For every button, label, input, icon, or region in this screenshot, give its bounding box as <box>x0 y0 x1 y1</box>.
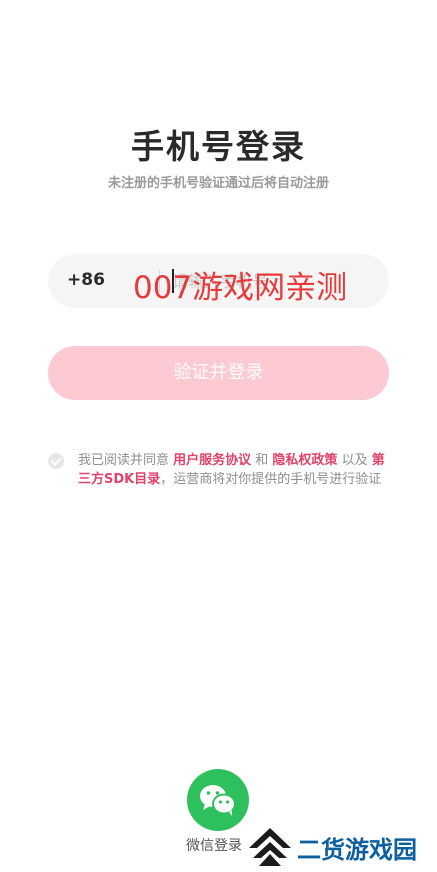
brand-logo-icon <box>249 828 291 866</box>
verify-login-button[interactable]: 验证并登录 <box>48 346 389 400</box>
login-page: 手机号登录 未注册的手机号验证通过后将自动注册 +86 007游戏网亲测 验证并… <box>0 0 437 872</box>
agreement-and: 和 <box>251 453 273 468</box>
privacy-policy-link[interactable]: 隐私权政策 <box>272 453 337 468</box>
wechat-login-button[interactable] <box>187 769 249 831</box>
wechat-icon <box>200 785 236 816</box>
overlay-watermark-text: 007游戏网亲测 <box>133 270 348 306</box>
user-agreement-link[interactable]: 用户服务协议 <box>173 453 251 468</box>
agreement-mid: 以及 <box>337 453 372 468</box>
agreement-text: 我已阅读并同意 用户服务协议 和 隐私权政策 以及 第三方SDK目录，运营商将对… <box>78 451 388 489</box>
page-subtitle: 未注册的手机号验证通过后将自动注册 <box>107 176 329 191</box>
wechat-login-label: 微信登录 <box>186 838 242 854</box>
agreement-checkbox[interactable] <box>48 453 64 469</box>
page-title: 手机号登录 <box>131 127 306 166</box>
agreement-suffix: ，运营商将对你提供的手机号进行验证 <box>160 472 382 487</box>
country-code-selector[interactable]: +86 <box>67 270 105 290</box>
agreement-prefix: 我已阅读并同意 <box>78 453 174 468</box>
brand-watermark-text: 二货游戏园 <box>297 836 417 864</box>
